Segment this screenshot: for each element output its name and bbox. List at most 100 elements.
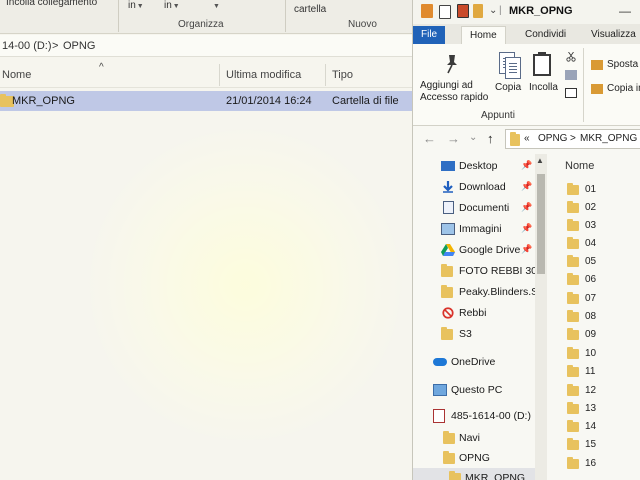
column-divider[interactable] <box>219 64 220 86</box>
scrollbar-thumb[interactable] <box>537 174 545 274</box>
list-item[interactable]: 14 <box>567 419 640 437</box>
list-item-label: 08 <box>585 311 597 322</box>
forward-icon[interactable]: → <box>447 131 460 146</box>
sidebar-item-onedrive[interactable]: OneDrive <box>413 352 547 372</box>
pin-quick-access-button[interactable]: Aggiungi ad Accesso rapido <box>420 80 488 104</box>
sidebar-item-s3[interactable]: S3 <box>413 324 547 344</box>
move-to-button[interactable]: in▼ <box>128 0 144 11</box>
new-folder-quick-icon[interactable] <box>457 4 469 18</box>
list-item-label: 03 <box>585 220 597 231</box>
column-name-header[interactable]: Nome <box>2 69 31 81</box>
sidebar-item-drive-d[interactable]: 485-1614-00 (D:) <box>413 406 547 426</box>
folder-icon <box>510 132 520 146</box>
list-item[interactable]: 07 <box>567 291 640 309</box>
back-icon[interactable]: ← <box>423 131 436 146</box>
pin-label-line2: Accesso rapido <box>420 92 489 103</box>
list-item[interactable]: 04 <box>567 236 640 254</box>
sidebar-item-documenti[interactable]: Documenti 📌 <box>413 198 547 218</box>
sidebar-item-foto-rebbi[interactable]: FOTO REBBI 30.1 <box>413 261 547 281</box>
list-item[interactable]: 12 <box>567 383 640 401</box>
sidebar-item-opng[interactable]: OPNG <box>413 448 547 468</box>
folder-icon <box>449 471 461 480</box>
sort-ascending-icon: ^ <box>99 62 104 73</box>
home-ribbon: Aggiungi ad Accesso rapido Copia Incolla … <box>413 44 640 126</box>
delete-dropdown[interactable]: ▼ <box>212 0 220 11</box>
folder-icon <box>567 438 579 450</box>
copy-to-button[interactable]: in▼ <box>164 0 180 11</box>
tab-share[interactable]: Condividi <box>517 26 574 44</box>
cut-icon[interactable] <box>565 52 577 62</box>
move-to-button[interactable]: Sposta <box>607 59 638 71</box>
copy-path-icon[interactable] <box>565 70 577 80</box>
pin-icon[interactable]: 📌 <box>521 223 532 234</box>
address-bar[interactable]: « OPNG > MKR_OPNG <box>505 129 640 149</box>
list-item[interactable]: 05 <box>567 254 640 272</box>
list-item[interactable]: 01 <box>567 182 640 200</box>
pin-icon[interactable]: 📌 <box>521 181 532 192</box>
paste-shortcut-icon[interactable] <box>565 88 577 98</box>
copy-button[interactable]: Copia <box>495 82 521 94</box>
list-item[interactable]: 15 <box>567 437 640 455</box>
folder-icon <box>567 183 579 195</box>
left-address-bar[interactable]: 14-00 (D:) > OPNG <box>0 35 412 57</box>
pin-icon[interactable]: 📌 <box>521 160 532 171</box>
paste-button[interactable]: Incolla <box>529 82 558 94</box>
breadcrumb-drive[interactable]: 14-00 (D:) <box>2 40 52 52</box>
properties-icon[interactable] <box>421 4 433 18</box>
pin-icon[interactable]: 📌 <box>521 244 532 255</box>
copy-to-button[interactable]: Copia in <box>607 83 640 95</box>
sidebar-item-peaky-blinders[interactable]: Peaky.Blinders.S <box>413 282 547 302</box>
list-item[interactable]: 13 <box>567 401 640 419</box>
breadcrumb-mkr-opng[interactable]: MKR_OPNG <box>580 133 637 144</box>
nav-pane-scrollbar[interactable]: ▲ <box>535 154 547 480</box>
sidebar-item-download[interactable]: Download 📌 <box>413 177 547 197</box>
list-item[interactable]: 08 <box>567 309 640 327</box>
right-explorer-window: ⌄ | MKR_OPNG — File Home Condividi Visua… <box>412 0 640 480</box>
minimize-icon[interactable]: — <box>619 4 631 18</box>
list-item[interactable]: 10 <box>567 346 640 364</box>
sidebar-item-immagini[interactable]: Immagini 📌 <box>413 219 547 239</box>
paste-shortcut-button[interactable]: Incolla collegamento <box>6 0 97 8</box>
new-folder-button[interactable]: cartella <box>294 4 326 15</box>
title-bar[interactable]: ⌄ | MKR_OPNG — <box>413 0 640 24</box>
checkmark-icon[interactable] <box>439 5 451 19</box>
list-item-label: 07 <box>585 293 597 304</box>
sidebar-item-label: Immagini <box>459 223 502 235</box>
sidebar-item-rebbi[interactable]: Rebbi <box>413 303 547 323</box>
list-item[interactable]: 09 <box>567 327 640 345</box>
column-modified-header[interactable]: Ultima modifica <box>226 69 301 81</box>
list-item[interactable]: 03 <box>567 218 640 236</box>
list-item[interactable]: 02 <box>567 200 640 218</box>
tab-home[interactable]: Home <box>461 26 506 44</box>
window-title: MKR_OPNG <box>509 5 573 17</box>
sidebar-item-questo-pc[interactable]: Questo PC <box>413 380 547 400</box>
list-item[interactable]: 06 <box>567 272 640 290</box>
recent-locations-icon[interactable]: ⌄ <box>469 132 477 143</box>
folder-icon <box>567 420 579 432</box>
scroll-up-icon[interactable]: ▲ <box>536 156 544 165</box>
column-type-header[interactable]: Tipo <box>332 69 353 81</box>
tab-file[interactable]: File <box>413 26 446 44</box>
breadcrumb-overflow[interactable]: « <box>524 133 530 144</box>
dropdown-arrow-icon: ▼ <box>213 3 220 10</box>
customize-qat-icon[interactable]: ⌄ <box>489 5 497 16</box>
breadcrumb-folder[interactable]: OPNG <box>63 40 95 52</box>
column-divider[interactable] <box>325 64 326 86</box>
dropdown-arrow-icon: ▼ <box>136 3 144 10</box>
column-name-header[interactable]: Nome <box>565 160 594 172</box>
ribbon-divider <box>285 0 286 32</box>
breadcrumb-opng[interactable]: OPNG <box>538 133 567 144</box>
copy-to-label: in <box>164 0 172 11</box>
sidebar-item-label: OneDrive <box>451 356 496 368</box>
up-icon[interactable]: ↑ <box>487 131 494 146</box>
sidebar-item-desktop[interactable]: Desktop 📌 <box>413 156 547 176</box>
table-row[interactable]: MKR_OPNG 21/01/2014 16:24 Cartella di fi… <box>0 91 412 111</box>
onedrive-icon <box>433 358 447 366</box>
sidebar-item-google-drive[interactable]: Google Drive 📌 <box>413 240 547 260</box>
list-item[interactable]: 11 <box>567 364 640 382</box>
tab-view[interactable]: Visualizza <box>583 26 640 44</box>
list-item[interactable]: 16 <box>567 456 640 474</box>
sidebar-item-mkr-opng[interactable]: MKR_OPNG <box>413 468 547 480</box>
pin-icon[interactable]: 📌 <box>521 202 532 213</box>
sidebar-item-navi[interactable]: Navi <box>413 428 547 448</box>
